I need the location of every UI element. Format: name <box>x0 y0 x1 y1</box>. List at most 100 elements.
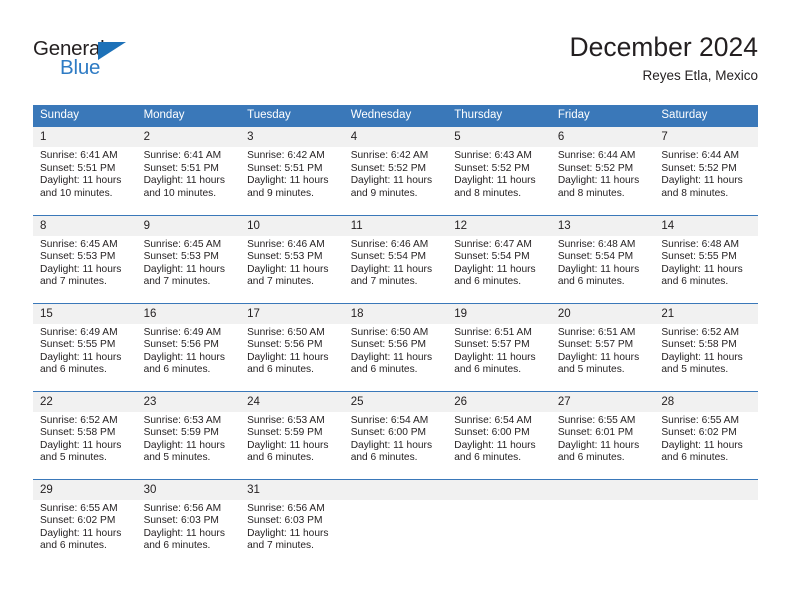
sunrise-text: Sunrise: 6:50 AM <box>350 326 429 338</box>
daylight-text-line2 <box>661 540 752 553</box>
calendar-day-cell[interactable]: 7 Sunrise: 6:44 AM Sunset: 5:52 PM Daylight… <box>654 127 758 215</box>
day-number: 3 <box>240 127 344 147</box>
daylight-text-line1: Daylight: 11 hours <box>247 527 329 539</box>
calendar-day-cell[interactable]: 25 Sunrise: 6:54 AM Sunset: 6:00 PM Dayligh… <box>343 390 448 479</box>
sunset-text: Sunset: 5:55 PM <box>661 251 737 263</box>
sunset-text: Sunset: 5:59 PM <box>143 427 219 439</box>
day-number: 28 <box>654 391 758 412</box>
day-number: 11 <box>343 215 448 236</box>
calendar-day-cell[interactable]: 20 Sunrise: 6:51 AM Sunset: 5:57 PM Dayligh… <box>550 302 655 391</box>
day-details: Sunrise: 6:41 AM Sunset: 5:51 PM Daylight:… <box>33 147 137 200</box>
sunrise-text: Sunrise: 6:46 AM <box>247 238 325 250</box>
calendar-day-cell[interactable]: 14 Sunrise: 6:48 AM Sunset: 5:55 PM Dayligh… <box>654 214 758 303</box>
day-details: Sunrise: 6:42 AM Sunset: 5:51 PM Daylight:… <box>240 147 344 200</box>
daylight-text-line2 <box>558 540 649 553</box>
day-number: 1 <box>33 127 137 147</box>
calendar-day-cell[interactable]: 31 Sunrise: 6:56 AM Sunset: 6:03 PM Dayligh… <box>240 478 344 567</box>
sunrise-text: Sunrise: 6:42 AM <box>350 150 429 161</box>
day-number: 23 <box>136 391 241 412</box>
daylight-text-line2: and 8 minutes. <box>454 187 522 199</box>
calendar-day-cell[interactable]: 26 Sunrise: 6:54 AM Sunset: 6:00 PM Dayligh… <box>447 390 551 479</box>
sunrise-text: Sunrise: 6:47 AM <box>454 238 532 250</box>
calendar-day-cell[interactable]: 19 Sunrise: 6:51 AM Sunset: 5:57 PM Dayligh… <box>447 302 551 391</box>
daylight-text-line1 <box>454 528 545 541</box>
sunrise-text: Sunrise: 6:42 AM <box>247 150 325 161</box>
calendar-day-cell[interactable]: 2 Sunrise: 6:41 AM Sunset: 5:51 PM Daylight… <box>136 127 241 215</box>
calendar-day-cell[interactable]: 3 Sunrise: 6:42 AM Sunset: 5:51 PM Daylight… <box>240 127 344 215</box>
daylight-text-line1 <box>661 528 752 541</box>
sunrise-text: Sunrise: 6:55 AM <box>40 502 118 514</box>
day-details <box>447 500 551 553</box>
day-number: 16 <box>136 303 241 324</box>
calendar-day-cell-empty <box>654 478 758 567</box>
calendar-day-cell[interactable]: 28 Sunrise: 6:55 AM Sunset: 6:02 PM Dayligh… <box>654 390 758 479</box>
calendar-day-cell[interactable]: 16 Sunrise: 6:49 AM Sunset: 5:56 PM Dayligh… <box>136 302 241 391</box>
sunset-text: Sunset: 5:55 PM <box>40 339 116 351</box>
calendar-day-cell[interactable]: 1 Sunrise: 6:41 AM Sunset: 5:51 PM Daylight… <box>33 127 137 215</box>
calendar-day-cell[interactable]: 18 Sunrise: 6:50 AM Sunset: 5:56 PM Dayligh… <box>343 302 448 391</box>
daylight-text-line2: and 6 minutes. <box>661 452 729 464</box>
day-details: Sunrise: 6:50 AM Sunset: 5:56 PM Daylight:… <box>240 324 344 377</box>
daylight-text-line1: Daylight: 11 hours <box>143 527 225 539</box>
day-details: Sunrise: 6:46 AM Sunset: 5:54 PM Daylight:… <box>344 236 448 289</box>
calendar-day-cell[interactable]: 24 Sunrise: 6:53 AM Sunset: 5:59 PM Dayligh… <box>240 390 344 479</box>
calendar-day-cell[interactable]: 17 Sunrise: 6:50 AM Sunset: 5:56 PM Dayligh… <box>240 302 344 391</box>
daylight-text-line2: and 7 minutes. <box>143 276 211 288</box>
daylight-text-line1: Daylight: 11 hours <box>454 351 536 363</box>
sunrise-text <box>351 503 442 516</box>
day-number: 24 <box>240 391 344 412</box>
daylight-text-line1: Daylight: 11 hours <box>557 263 640 275</box>
day-details: Sunrise: 6:48 AM Sunset: 5:54 PM Daylight:… <box>551 236 655 289</box>
calendar-week-row: 29 Sunrise: 6:55 AM Sunset: 6:02 PM Dayligh… <box>33 478 758 567</box>
calendar-day-cell[interactable]: 21 Sunrise: 6:52 AM Sunset: 5:58 PM Dayligh… <box>654 302 758 391</box>
sunrise-text: Sunrise: 6:53 AM <box>143 414 222 426</box>
calendar-day-cell[interactable]: 13 Sunrise: 6:48 AM Sunset: 5:54 PM Dayligh… <box>550 214 655 303</box>
page-header: General Blue December 2024 Reyes Etla, M… <box>0 0 792 104</box>
calendar-day-cell[interactable]: 6 Sunrise: 6:44 AM Sunset: 5:52 PM Daylight… <box>550 127 655 215</box>
calendar-day-cell[interactable]: 10 Sunrise: 6:46 AM Sunset: 5:53 PM Dayligh… <box>240 214 344 303</box>
daylight-text-line2: and 6 minutes. <box>350 364 418 376</box>
calendar-day-cell[interactable]: 15 Sunrise: 6:49 AM Sunset: 5:55 PM Dayligh… <box>33 302 137 391</box>
calendar-day-cell[interactable]: 11 Sunrise: 6:46 AM Sunset: 5:54 PM Dayligh… <box>343 214 448 303</box>
day-details <box>551 500 655 553</box>
calendar-day-cell[interactable]: 9 Sunrise: 6:45 AM Sunset: 5:53 PM Daylight… <box>136 214 241 303</box>
day-number: 18 <box>343 303 448 324</box>
sunrise-text: Sunrise: 6:46 AM <box>350 238 429 250</box>
calendar-day-cell[interactable]: 12 Sunrise: 6:47 AM Sunset: 5:54 PM Dayligh… <box>447 214 551 303</box>
sunset-text: Sunset: 5:57 PM <box>557 339 634 351</box>
day-number: 13 <box>550 215 655 236</box>
sunrise-text <box>558 503 649 516</box>
sunrise-text: Sunrise: 6:45 AM <box>143 238 222 250</box>
sunset-text: Sunset: 5:59 PM <box>247 427 323 439</box>
calendar-day-cell[interactable]: 30 Sunrise: 6:56 AM Sunset: 6:03 PM Dayligh… <box>136 478 241 567</box>
daylight-text-line1: Daylight: 11 hours <box>350 439 433 451</box>
day-number: 6 <box>550 127 655 147</box>
sunset-text: Sunset: 6:03 PM <box>247 515 323 527</box>
day-number: 15 <box>33 303 137 324</box>
day-details: Sunrise: 6:55 AM Sunset: 6:02 PM Daylight:… <box>33 500 137 553</box>
daylight-text-line1: Daylight: 11 hours <box>454 263 536 275</box>
calendar-day-cell[interactable]: 5 Sunrise: 6:43 AM Sunset: 5:52 PM Daylight… <box>447 127 551 215</box>
sunset-text: Sunset: 6:01 PM <box>557 427 634 439</box>
day-number <box>654 479 758 500</box>
calendar-day-cell[interactable]: 4 Sunrise: 6:42 AM Sunset: 5:52 PM Daylight… <box>343 127 448 215</box>
calendar-day-cell[interactable]: 22 Sunrise: 6:52 AM Sunset: 5:58 PM Dayligh… <box>33 390 137 479</box>
sunrise-text: Sunrise: 6:48 AM <box>661 238 739 250</box>
sunrise-text: Sunrise: 6:54 AM <box>454 414 532 426</box>
general-blue-logo[interactable]: General Blue <box>33 38 153 84</box>
sunset-text: Sunset: 5:51 PM <box>143 162 219 174</box>
sunset-text: Sunset: 5:56 PM <box>350 339 427 351</box>
daylight-text-line2: and 8 minutes. <box>661 187 729 199</box>
calendar-day-cell-empty <box>343 478 448 567</box>
sunset-text: Sunset: 5:53 PM <box>247 251 323 263</box>
calendar-day-cell[interactable]: 29 Sunrise: 6:55 AM Sunset: 6:02 PM Dayligh… <box>33 478 137 567</box>
daylight-text-line2: and 5 minutes. <box>557 364 625 376</box>
daylight-text-line2: and 5 minutes. <box>661 364 729 376</box>
day-number: 22 <box>33 391 137 412</box>
calendar-day-cell[interactable]: 23 Sunrise: 6:53 AM Sunset: 5:59 PM Dayligh… <box>136 390 241 479</box>
sunset-text: Sunset: 6:02 PM <box>40 515 116 527</box>
day-number <box>343 479 448 500</box>
calendar-day-cell[interactable]: 27 Sunrise: 6:55 AM Sunset: 6:01 PM Dayligh… <box>550 390 655 479</box>
calendar-day-cell[interactable]: 8 Sunrise: 6:45 AM Sunset: 5:53 PM Daylight… <box>33 214 137 303</box>
sunrise-text <box>454 503 545 516</box>
